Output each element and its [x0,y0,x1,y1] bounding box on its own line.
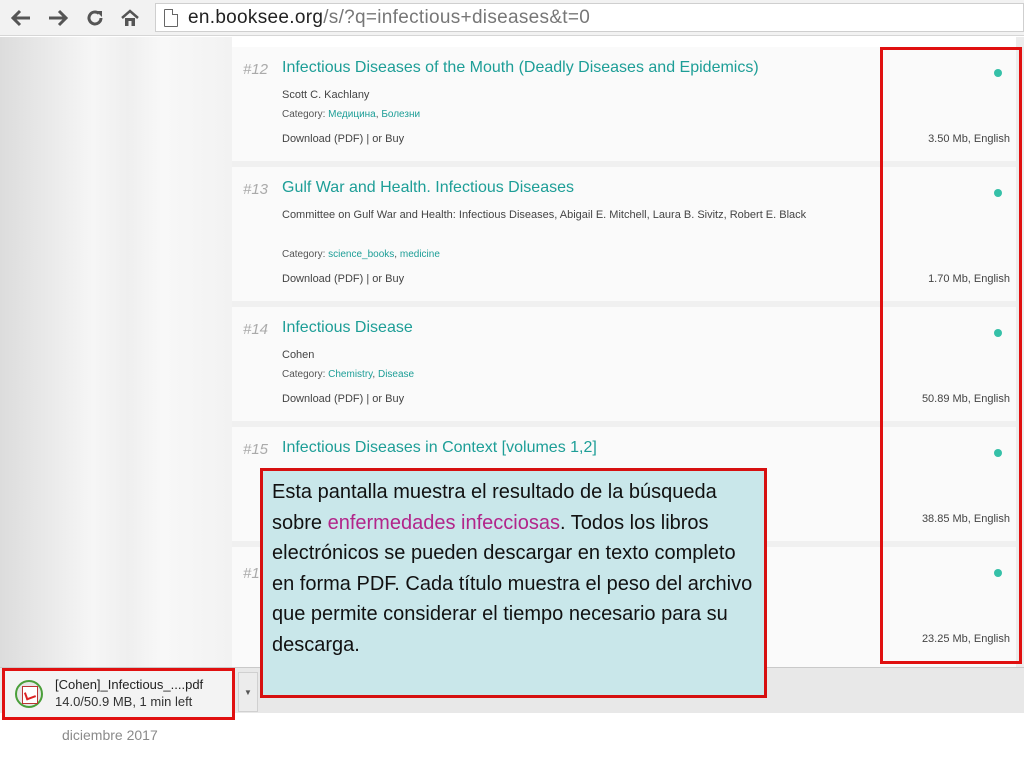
category-label: Category: [282,369,326,380]
url-path: /s/?q=infectious+diseases&t=0 [323,6,591,28]
result-category: Category: Chemistry, Disease [282,369,415,380]
chevron-down-icon[interactable]: ▼ [238,672,258,712]
slide: { "browser": { "url_host": "en.booksee.o… [0,0,1024,768]
result-title[interactable]: Infectious Disease [282,319,413,337]
forward-arrow-icon[interactable] [43,4,73,32]
download-link[interactable]: Download (PDF) | or Buy [282,133,404,145]
download-item[interactable]: [Cohen]_Infectious_....pdf 14.0/50.9 MB,… [2,668,235,720]
page-icon [164,8,178,27]
footer-date: diciembre 2017 [62,727,158,743]
page-background [0,37,232,667]
back-arrow-icon[interactable] [6,4,36,32]
result-number: #12 [243,61,269,78]
result-category: Category: science_books, medicine [282,249,440,260]
download-link[interactable]: Download (PDF) | or Buy [282,273,404,285]
download-status: 14.0/50.9 MB, 1 min left [55,694,193,709]
result-author[interactable]: Scott C. Kachlany [282,85,882,105]
result-title[interactable]: Infectious Diseases in Context [volumes … [282,439,597,457]
category-label: Category: [282,109,326,120]
url-host: en.booksee.org [188,6,324,28]
category-link[interactable]: Болезни [381,109,420,120]
category-link[interactable]: medicine [400,249,440,260]
url-text: en.booksee.org/s/?q=infectious+diseases&… [188,7,590,29]
category-link[interactable]: Chemistry [328,369,372,380]
category-link[interactable]: Медицина [328,109,376,120]
callout-highlight: enfermedades infecciosas [327,511,560,534]
browser-toolbar: en.booksee.org/s/?q=infectious+diseases&… [0,0,1024,36]
result-title[interactable]: Gulf War and Health. Infectious Diseases [282,179,574,197]
result-author[interactable]: Committee on Gulf War and Health: Infect… [282,205,882,225]
explanation-callout: Esta pantalla muestra el resultado de la… [260,468,767,698]
address-bar[interactable]: en.booksee.org/s/?q=infectious+diseases&… [155,3,1024,32]
category-link[interactable]: science_books [328,249,394,260]
result-title[interactable]: Infectious Diseases of the Mouth (Deadly… [282,59,759,77]
result-author[interactable]: Cohen [282,345,882,365]
download-link[interactable]: Download (PDF) | or Buy [282,393,404,405]
result-number: #13 [243,181,269,198]
reload-icon[interactable] [80,4,110,32]
result-number: #14 [243,321,269,338]
file-size-highlight [880,47,1022,664]
download-filename: [Cohen]_Infectious_....pdf [55,677,204,692]
result-category: Category: Медицина, Болезни [282,109,421,120]
result-number: #15 [243,441,269,458]
callout-text: Esta pantalla muestra el resultado de la… [272,477,755,660]
home-icon[interactable] [115,4,145,32]
category-link[interactable]: Disease [378,369,414,380]
category-label: Category: [282,249,326,260]
pdf-file-icon [15,680,43,708]
result-number: #1 [243,565,260,582]
